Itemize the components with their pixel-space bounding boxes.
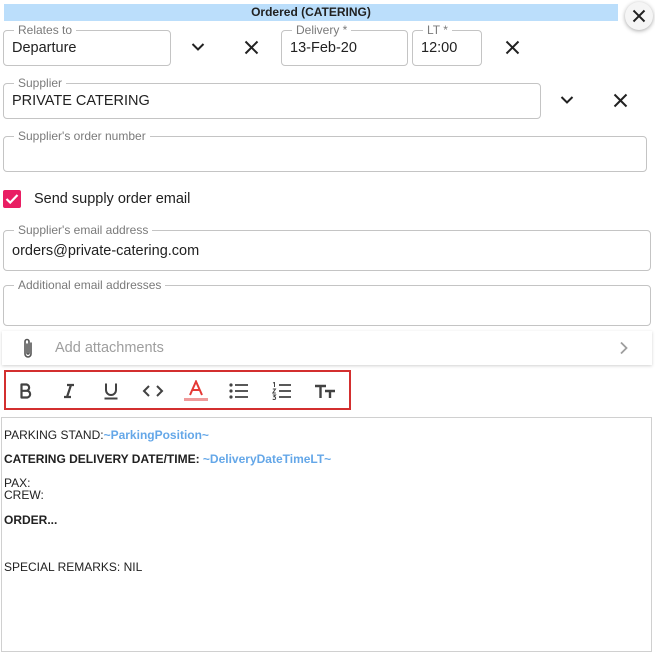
bulleted-list-button[interactable] (226, 379, 252, 403)
relates-to-clear-button[interactable] (237, 33, 265, 61)
catering-delivery-label: CATERING DELIVERY DATE/TIME: (4, 452, 203, 466)
text-size-icon (315, 384, 335, 398)
parking-stand-label: PARKING STAND: (4, 428, 104, 442)
text-size-button[interactable] (312, 379, 338, 403)
close-icon (632, 9, 646, 23)
close-dialog-button[interactable] (625, 2, 653, 30)
chevron-right-icon (620, 341, 628, 355)
text-color-button[interactable] (183, 379, 209, 403)
delivery-date-field[interactable]: Delivery * 13-Feb-20 (281, 23, 408, 66)
additional-emails-input[interactable] (12, 296, 642, 320)
additional-emails-field[interactable]: Additional email addresses (3, 278, 651, 326)
italic-icon (64, 383, 74, 399)
supplier-order-number-input[interactable] (12, 147, 638, 171)
chevron-down-icon (560, 96, 574, 104)
underline-button[interactable] (98, 379, 124, 403)
parking-position-placeholder: ~ParkingPosition~ (103, 428, 209, 442)
add-attachments-label: Add attachments (55, 340, 164, 356)
relates-to-dropdown-button[interactable] (184, 33, 212, 61)
crew-line: CREW: (4, 488, 44, 502)
lt-value: 12:00 (421, 40, 458, 56)
bold-button[interactable] (13, 379, 39, 403)
delivery-value: 13-Feb-20 (290, 40, 357, 56)
delivery-datetime-placeholder: ~DeliveryDateTimeLT~ (202, 452, 332, 466)
text-color-icon (184, 380, 208, 401)
add-attachments-button[interactable]: Add attachments (2, 331, 652, 365)
relates-to-value: Departure (12, 40, 77, 56)
supplier-order-number-field[interactable]: Supplier's order number (3, 129, 647, 172)
formatting-toolbar (4, 370, 351, 410)
supplier-email-field[interactable]: Supplier's email address orders@private-… (3, 223, 651, 271)
code-button[interactable] (140, 379, 166, 403)
supplier-clear-button[interactable] (606, 86, 634, 114)
underline-icon (104, 383, 118, 400)
relates-to-select[interactable]: Relates to Departure (3, 23, 171, 66)
numbered-list-icon (272, 382, 291, 400)
numbered-list-button[interactable] (269, 379, 295, 403)
supplier-value: PRIVATE CATERING (12, 93, 150, 109)
delivery-clear-button[interactable] (498, 33, 526, 61)
italic-button[interactable] (56, 379, 82, 403)
special-remarks-line: SPECIAL REMARKS: NIL (4, 560, 143, 574)
code-icon (142, 385, 164, 397)
clear-icon (613, 93, 627, 107)
order-line: ORDER... (4, 513, 58, 527)
supplier-order-number-label: Supplier's order number (14, 129, 150, 143)
lt-time-field[interactable]: LT * 12:00 (412, 23, 482, 66)
bold-icon (20, 383, 32, 399)
chevron-down-icon (191, 43, 205, 51)
parking-stand-line: PARKING STAND:~ParkingPosition~ (4, 428, 209, 442)
clear-icon (244, 40, 258, 54)
dialog-title: Ordered (CATERING) (4, 4, 618, 21)
email-body-editor[interactable]: PARKING STAND:~ParkingPosition~ CATERING… (1, 417, 652, 652)
supplier-email-value: orders@private-catering.com (12, 242, 200, 259)
send-email-checkbox[interactable] (3, 190, 21, 208)
checkmark-icon (5, 194, 19, 205)
clear-icon (505, 40, 519, 54)
send-email-label[interactable]: Send supply order email (34, 190, 190, 208)
catering-delivery-line: CATERING DELIVERY DATE/TIME: ~DeliveryDa… (4, 452, 331, 466)
paperclip-icon (24, 338, 32, 358)
additional-emails-label: Additional email addresses (14, 278, 166, 292)
supplier-select[interactable]: Supplier PRIVATE CATERING (3, 76, 541, 119)
bulleted-list-icon (229, 383, 248, 399)
supplier-dropdown-button[interactable] (553, 86, 581, 114)
